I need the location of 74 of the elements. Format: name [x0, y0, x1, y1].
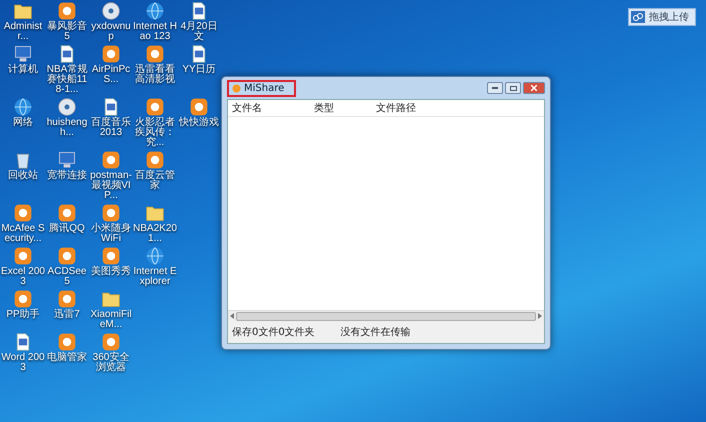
disc-icon: [101, 1, 121, 21]
app-icon: [101, 332, 121, 352]
column-header[interactable]: 类型: [310, 100, 372, 116]
icon-label[interactable]: 百度音乐2013: [89, 118, 133, 138]
monitor-icon: [13, 44, 33, 64]
app-icon: [101, 203, 121, 223]
icon-label[interactable]: NBA常规赛快船118-1...: [45, 65, 89, 95]
icon-label[interactable]: huishengh...: [45, 118, 89, 138]
icon-label[interactable]: 火影忍者疾风传：究...: [133, 118, 177, 148]
app-icon: [57, 1, 77, 21]
globe-icon: [145, 1, 165, 21]
icon-label[interactable]: Internet Hao 123: [133, 22, 177, 42]
maximize-button[interactable]: [505, 82, 521, 94]
icon-label[interactable]: 暴风影音5: [45, 22, 89, 42]
icon-label[interactable]: 网络: [1, 118, 45, 128]
icon-label[interactable]: 回收站: [1, 171, 45, 181]
icon-label[interactable]: XiaomiFileM...: [89, 310, 133, 330]
icon-label[interactable]: 迅雷看看高清影视: [133, 65, 177, 85]
app-icon: [145, 44, 165, 64]
title-text: MiShare: [244, 82, 284, 94]
app-icon: [57, 332, 77, 352]
app-icon: [57, 246, 77, 266]
horizontal-scrollbar[interactable]: [228, 310, 544, 321]
icon-label[interactable]: postman-最视频VIP...: [89, 171, 133, 201]
close-button[interactable]: [523, 82, 545, 94]
icon-label[interactable]: 小米随身WiFi: [89, 224, 133, 244]
app-icon: [189, 97, 209, 117]
status-text: 保存0文件0文件夹: [232, 326, 315, 339]
minimize-button[interactable]: [487, 82, 503, 94]
icon-label[interactable]: ACDSee5: [45, 267, 89, 287]
globe-icon: [145, 246, 165, 266]
icon-label[interactable]: 4月20日文: [177, 22, 221, 42]
app-icon: [57, 203, 77, 223]
app-icon: [13, 289, 33, 309]
app-icon: [57, 289, 77, 309]
upload-button[interactable]: 拖拽上传: [628, 8, 696, 26]
app-icon: [145, 150, 165, 170]
app-icon: [101, 44, 121, 64]
app-icon: [145, 97, 165, 117]
icon-label[interactable]: YY日历: [177, 65, 221, 75]
icon-label[interactable]: NBA2K201...: [133, 224, 177, 244]
icon-label[interactable]: 360安全浏览器: [89, 353, 133, 373]
column-header[interactable]: 文件路径: [372, 100, 544, 116]
app-icon: [13, 203, 33, 223]
icon-label[interactable]: 迅雷7: [45, 310, 89, 320]
disc-icon: [57, 97, 77, 117]
icon-label[interactable]: 电脑管家: [45, 353, 89, 363]
icon-label[interactable]: 百度云管家: [133, 171, 177, 191]
icon-label[interactable]: Word 2003: [1, 353, 45, 373]
icon-label[interactable]: 计算机: [1, 65, 45, 75]
icon-label[interactable]: 腾讯QQ: [45, 224, 89, 234]
column-header[interactable]: 文件名: [228, 100, 310, 116]
app-icon: [101, 150, 121, 170]
app-icon: [13, 246, 33, 266]
app-logo-icon: [232, 84, 241, 92]
icon-label[interactable]: 美图秀秀: [89, 267, 133, 277]
right-arrow-icon[interactable]: [538, 313, 542, 319]
icon-label[interactable]: McAfee Security...: [1, 224, 45, 244]
icon-label[interactable]: 宽带连接: [45, 171, 89, 181]
close-icon: [531, 85, 537, 91]
icon-label[interactable]: PP助手: [1, 310, 45, 320]
icon-label[interactable]: AirPinPcS...: [89, 65, 133, 85]
icon-label[interactable]: yxdownup: [89, 22, 133, 42]
app-icon: [101, 246, 121, 266]
icon-label[interactable]: 快快游戏: [177, 118, 221, 128]
left-arrow-icon[interactable]: [230, 313, 234, 319]
icon-label[interactable]: Administr...: [1, 22, 45, 42]
monitor-icon: [57, 150, 77, 170]
maximize-icon: [510, 86, 516, 90]
icon-label[interactable]: Excel 2003: [1, 267, 45, 287]
icon-label[interactable]: Internet Explorer: [133, 267, 177, 287]
minimize-icon: [492, 87, 498, 89]
status-text: 没有文件在传输: [340, 326, 411, 339]
globe-icon: [13, 97, 33, 117]
